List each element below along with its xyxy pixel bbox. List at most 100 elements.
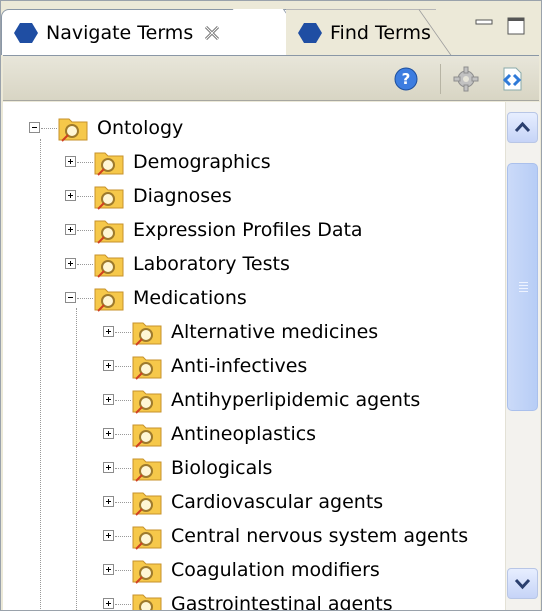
expand-toggle[interactable] xyxy=(103,530,114,541)
chevron-down-icon xyxy=(514,578,531,590)
tree-node[interactable]: Alternative medicines xyxy=(95,315,378,349)
folder-icon xyxy=(132,322,162,346)
expand-toggle[interactable] xyxy=(103,496,114,507)
tree-connector xyxy=(115,604,131,605)
tree-node-label: Coagulation modifiers xyxy=(171,559,380,581)
minimize-icon[interactable] xyxy=(473,15,495,37)
tree-connector xyxy=(115,468,131,469)
tree-node-label: Expression Profiles Data xyxy=(133,219,363,241)
expand-toggle[interactable] xyxy=(103,428,114,439)
tree-node[interactable]: Laboratory Tests xyxy=(57,247,290,281)
folder-icon xyxy=(94,152,124,176)
tree-node-label: Demographics xyxy=(133,151,271,173)
expand-toggle[interactable] xyxy=(103,394,114,405)
tree-node[interactable]: Central nervous system agents xyxy=(95,519,468,553)
folder-icon xyxy=(58,118,88,142)
folder-icon xyxy=(94,186,124,210)
tree-node[interactable]: Biologicals xyxy=(95,451,272,485)
folder-icon xyxy=(132,526,162,550)
folder-icon xyxy=(132,594,162,610)
folder-icon xyxy=(132,424,162,448)
tree-node-label: Central nervous system agents xyxy=(171,525,469,547)
collapse-toggle[interactable] xyxy=(29,122,40,133)
tree-node-medications[interactable]: Medications xyxy=(57,281,247,315)
svg-text:?: ? xyxy=(402,70,411,88)
tree-node-label: Alternative medicines xyxy=(171,321,379,343)
tree-node-label: Ontology xyxy=(97,117,184,139)
folder-icon xyxy=(94,288,124,312)
tree-node-ontology[interactable]: Ontology xyxy=(21,111,183,145)
expand-toggle[interactable] xyxy=(103,360,114,371)
sync-icon[interactable] xyxy=(499,66,525,92)
close-icon[interactable] xyxy=(203,24,221,42)
folder-icon xyxy=(94,254,124,278)
tree-node[interactable]: Gastrointestinal agents xyxy=(95,587,393,610)
tree-node-label: Laboratory Tests xyxy=(133,253,290,275)
tree-connector xyxy=(115,536,131,537)
folder-icon xyxy=(132,458,162,482)
scroll-up-button[interactable] xyxy=(507,112,538,143)
scroll-thumb[interactable] xyxy=(507,163,538,411)
chevron-up-icon xyxy=(514,121,531,133)
thumb-grip xyxy=(519,288,528,289)
tree-connector xyxy=(77,196,93,197)
thumb-grip xyxy=(519,291,528,292)
tree-node[interactable]: Cardiovascular agents xyxy=(95,485,383,519)
help-icon[interactable]: ? xyxy=(393,66,419,92)
tree-node-label: Diagnoses xyxy=(133,185,232,207)
tree-connector xyxy=(115,400,131,401)
tree-node[interactable]: Antineoplastics xyxy=(95,417,316,451)
tree-connector xyxy=(77,298,93,299)
folder-icon xyxy=(132,560,162,584)
tree-node[interactable]: Demographics xyxy=(57,145,271,179)
maximize-icon[interactable] xyxy=(505,15,527,37)
folder-icon xyxy=(132,390,162,414)
collapse-toggle[interactable] xyxy=(65,292,76,303)
tree-connector xyxy=(76,308,77,610)
tree-node[interactable]: Anti-infectives xyxy=(95,349,307,383)
expand-toggle[interactable] xyxy=(65,258,76,269)
tree-node-label: Antihyperlipidemic agents xyxy=(171,389,421,411)
view-toolbar: ? xyxy=(3,55,539,101)
folder-icon xyxy=(132,356,162,380)
tree-connector xyxy=(41,128,57,129)
tab-find-terms[interactable]: Find Terms xyxy=(286,9,436,55)
scroll-down-button[interactable] xyxy=(507,568,538,599)
tab-label: Find Terms xyxy=(330,21,431,44)
expand-toggle[interactable] xyxy=(65,156,76,167)
navigate-terms-view: Navigate Terms Find Terms ? Ontology Dem… xyxy=(0,0,542,611)
tree-node-label: Biologicals xyxy=(171,457,273,479)
thumb-grip xyxy=(519,282,528,283)
expand-toggle[interactable] xyxy=(103,564,114,575)
thumb-grip xyxy=(519,285,528,286)
tree-node-label: Anti-infectives xyxy=(171,355,308,377)
expand-toggle[interactable] xyxy=(103,462,114,473)
hexagon-icon xyxy=(14,22,38,43)
vertical-scrollbar[interactable] xyxy=(505,102,540,610)
tree-connector xyxy=(40,139,41,610)
folder-icon xyxy=(132,492,162,516)
tab-label: Navigate Terms xyxy=(46,21,194,44)
tab-navigate-terms[interactable]: Navigate Terms xyxy=(1,9,291,55)
tree-connector xyxy=(115,366,131,367)
tree-node[interactable]: Antihyperlipidemic agents xyxy=(95,383,420,417)
tree-node[interactable]: Diagnoses xyxy=(57,179,232,213)
tree-node-label: Gastrointestinal agents xyxy=(171,593,393,610)
tree-node[interactable]: Coagulation modifiers xyxy=(95,553,380,587)
tree-connector xyxy=(77,264,93,265)
tree-connector xyxy=(77,230,93,231)
expand-toggle[interactable] xyxy=(103,598,114,609)
settings-icon[interactable] xyxy=(453,66,479,92)
tree-node-label: Cardiovascular agents xyxy=(171,491,384,513)
hexagon-icon xyxy=(298,22,322,43)
expand-toggle[interactable] xyxy=(103,326,114,337)
tree-connector xyxy=(115,434,131,435)
expand-toggle[interactable] xyxy=(65,224,76,235)
tree-connector xyxy=(115,332,131,333)
tree-node[interactable]: Expression Profiles Data xyxy=(57,213,363,247)
expand-toggle[interactable] xyxy=(65,190,76,201)
folder-icon xyxy=(94,220,124,244)
tree-connector xyxy=(115,502,131,503)
ontology-tree: Ontology Demographics Diagnoses Expressi… xyxy=(3,102,505,610)
tab-strip: Navigate Terms Find Terms xyxy=(1,1,541,55)
